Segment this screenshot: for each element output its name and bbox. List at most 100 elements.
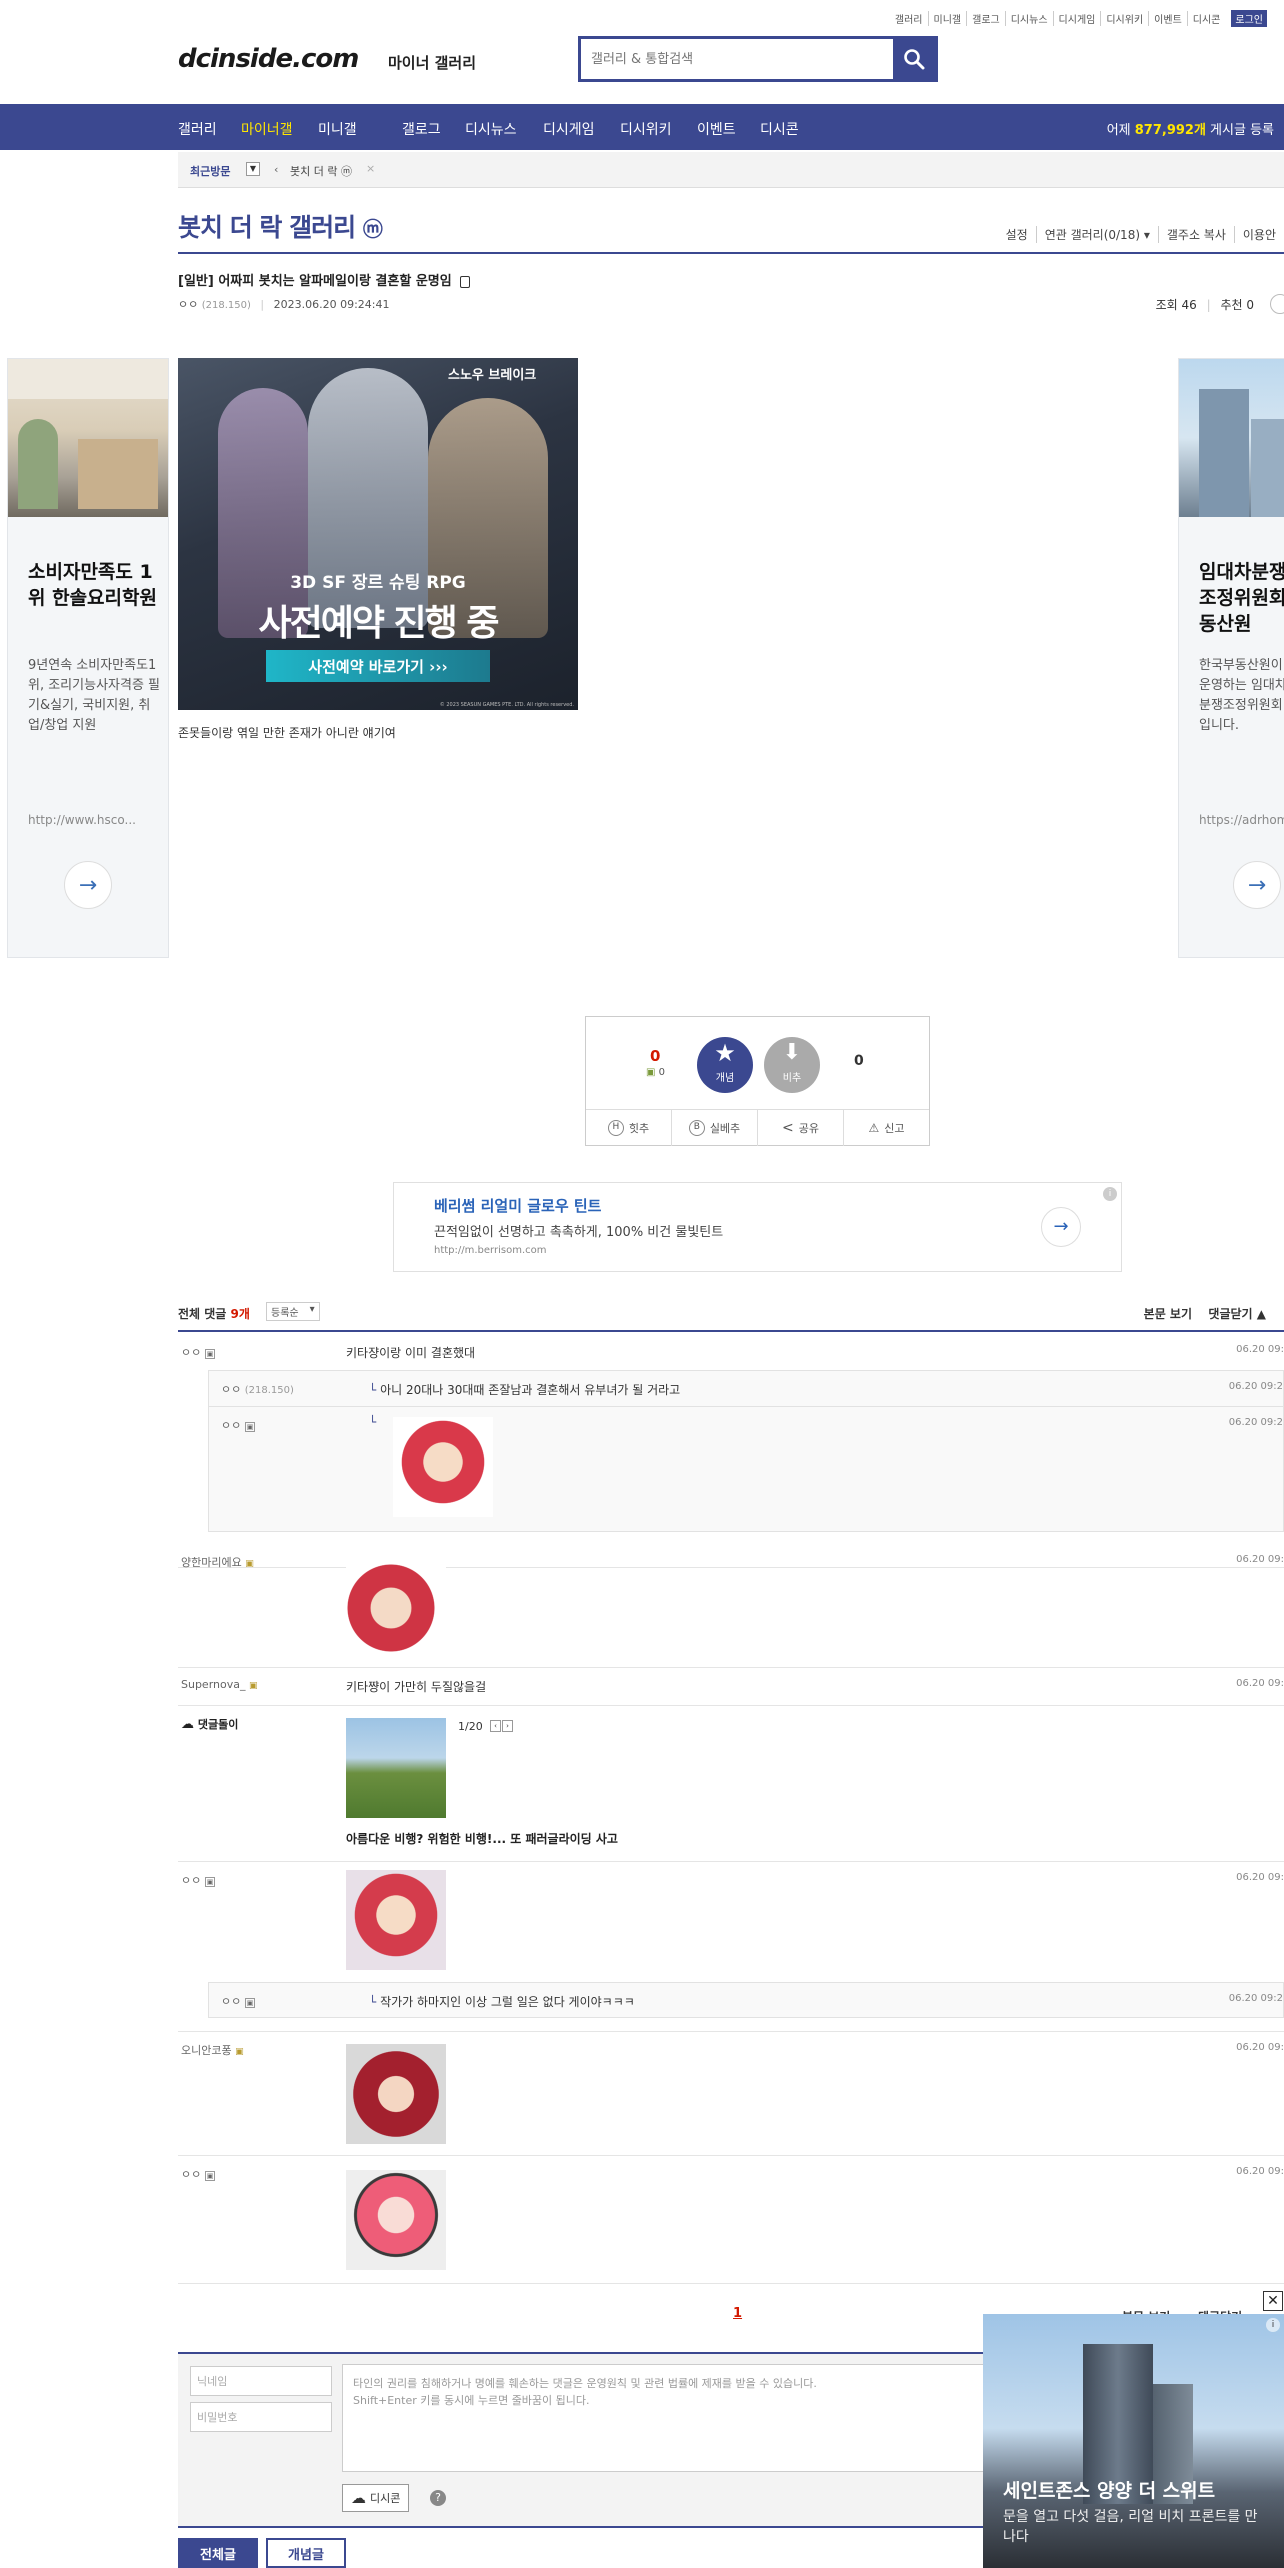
search-input[interactable] (581, 39, 893, 79)
game-ad-image[interactable]: 스노우 브레이크 3D SF 장르 슈팅 RPG 사전예약 진행 중 사전예약 … (178, 358, 578, 710)
upvote-button[interactable]: ★ 개념 (697, 1037, 753, 1093)
reply-list: ㅇㅇ (218.150) └ 아니 20대나 30대때 존잘남과 결혼해서 유부… (208, 1370, 1284, 1532)
nav-gallog[interactable]: 갤로그 (402, 119, 441, 139)
comment-item: 오니안코퐁 ▣ 06.20 09: (178, 2032, 1284, 2156)
best-posts-button[interactable]: 개념글 (266, 2538, 346, 2568)
member-icon: ▣ (235, 2047, 244, 2057)
text-banner-ad[interactable]: 베리썸 리얼미 글로우 틴트 끈적임없이 선명하고 촉촉하게, 100% 비건 … (393, 1182, 1122, 1272)
comment-item: ㅇㅇ ▣ 키타쟝이랑 이미 결혼했대 06.20 09: ㅇㅇ (218.150… (178, 1334, 1284, 1568)
comment-date: 06.20 09: (1236, 1872, 1284, 1883)
post-author[interactable]: ㅇㅇ (178, 298, 198, 311)
pagination-current[interactable]: 1 (733, 2306, 742, 2321)
util-link-game[interactable]: 디시게임 (1052, 11, 1101, 26)
post-count-stat: 어제 877,992개 게시글 등록 (1106, 123, 1274, 138)
search-button[interactable] (893, 39, 935, 79)
recent-dropdown-icon[interactable]: ▼ (246, 162, 260, 176)
popup-desc: 문을 열고 다섯 걸음, 리얼 비치 프론트를 만나다 (1003, 2509, 1258, 2545)
news-thumbnail[interactable] (346, 1718, 446, 1818)
comment-author[interactable]: ㅇㅇ ▣ (181, 1344, 216, 1360)
password-input[interactable]: 비밀번호 (190, 2402, 332, 2432)
nav-dcnews[interactable]: 디시뉴스 (465, 119, 517, 139)
comment-author[interactable]: Supernova_ ▣ (181, 1678, 258, 1691)
banner-desc: 끈적임없이 선명하고 촉촉하게, 100% 비건 물빛틴트 (434, 1225, 724, 1240)
downvote-button[interactable]: ⬇ 비추 (764, 1037, 820, 1093)
nav-gallery[interactable]: 갤러리 (178, 119, 217, 139)
hit-recommend-button[interactable]: H 힛추 (586, 1110, 672, 1146)
comment-header: 전체 댓글 9개 등록순 ▾ 본문 보기 댓글닫기 ▲ (178, 1300, 1284, 1332)
gallery-title[interactable]: 봇치 더 락 갤러리 ⓜ (178, 208, 383, 244)
share-button[interactable]: < 공유 (758, 1110, 844, 1146)
best-icon: B (688, 1120, 705, 1136)
logo-subtitle[interactable]: 마이너 갤러리 (388, 52, 476, 73)
info-icon[interactable]: i (1266, 2318, 1280, 2332)
star-icon: ★ (714, 1039, 736, 1067)
dccon-button[interactable]: ☁ 디시콘 (342, 2484, 410, 2512)
nav-mini-gallery[interactable]: 미니갤 (318, 119, 357, 139)
login-button[interactable]: 로그인 (1231, 10, 1267, 27)
prev-icon[interactable]: ‹ (490, 1720, 501, 1732)
close-icon[interactable]: ✕ (1263, 2291, 1283, 2311)
usage-link[interactable]: 이용안 (1233, 226, 1284, 243)
chevron-down-icon: ▾ (309, 1304, 315, 1315)
banner-title: 베리썸 리얼미 글로우 틴트 (434, 1197, 602, 1215)
site-logo[interactable]: dcinside.com (178, 44, 359, 74)
view-body-button[interactable]: 본문 보기 (1144, 1305, 1192, 1322)
util-link-dccon[interactable]: 디시콘 (1186, 11, 1226, 26)
right-ad-title: 임대차분쟁조정위원회 동산원 (1199, 561, 1284, 635)
news-caption[interactable]: 아름다운 비행? 위험한 비행!... 또 패러글라이딩 사고 (346, 1830, 618, 1847)
comment-author[interactable]: 오니안코퐁 ▣ (181, 2042, 244, 2058)
reply-date: 06.20 09:2 (1228, 1417, 1283, 1428)
popup-ad[interactable]: i 세인트존스 양양 더 스위트 문을 열고 다섯 걸음, 리얼 비치 프론트를… (983, 2314, 1284, 2568)
sort-select[interactable]: 등록순 ▾ (266, 1302, 320, 1321)
arrow-right-icon[interactable]: → (1041, 1207, 1081, 1247)
util-link-minigall[interactable]: 미니갤 (927, 11, 967, 26)
best-recommend-button[interactable]: B 실베추 (672, 1110, 758, 1146)
reply-author[interactable]: ㅇㅇ (218.150) (221, 1381, 294, 1397)
reply-item: ㅇㅇ ▣ └ 작가가 하마지인 이상 그럴 일은 없다 게이야ㅋㅋㅋ 06.20… (208, 1982, 1284, 2018)
member-icon: ▣ (249, 1681, 258, 1691)
recent-close-icon[interactable]: × (366, 162, 375, 175)
reply-author[interactable]: ㅇㅇ ▣ (221, 1417, 256, 1433)
dccon-image (346, 2170, 446, 2270)
next-icon[interactable]: › (502, 1720, 513, 1732)
nav-minor-gallery[interactable]: 마이너갤 (241, 119, 293, 139)
nav-dcwiki[interactable]: 디시위키 (620, 119, 672, 139)
nickname-input[interactable]: 닉네임 (190, 2366, 332, 2396)
report-button[interactable]: ⚠ 신고 (844, 1110, 929, 1146)
reply-text: └ 아니 20대나 30대때 존잘남과 결혼해서 유부녀가 될 거라고 (369, 1383, 681, 1397)
util-link-gallog[interactable]: 갤로그 (966, 11, 1005, 26)
comment-author[interactable]: 양한마리에요 ▣ (181, 1554, 254, 1570)
info-icon[interactable]: i (1103, 1187, 1117, 1201)
help-icon[interactable]: ? (430, 2490, 446, 2506)
recent-item[interactable]: 봇치 더 락 ⓜ (290, 163, 352, 179)
right-side-ad[interactable]: 임대차분쟁조정위원회 동산원 한국부동산원이 운영하는 임대차분쟁조정위원회입니… (1178, 358, 1284, 958)
preregister-button[interactable]: 사전예약 바로가기 ››› (266, 650, 490, 682)
mobile-icon (460, 275, 471, 288)
nav-dccon[interactable]: 디시콘 (760, 119, 799, 139)
util-link-event[interactable]: 이벤트 (1148, 11, 1187, 26)
share-icon: < (782, 1120, 794, 1136)
close-comments-button[interactable]: 댓글닫기 ▲ (1208, 1305, 1266, 1322)
post-title: [일반] 어짜피 봇치는 알파메일이랑 결혼할 운명임 (178, 270, 471, 289)
settings-link[interactable]: 설정 (998, 226, 1036, 243)
dccon-image (393, 1417, 493, 1517)
util-link-wiki[interactable]: 디시위키 (1100, 11, 1148, 26)
arrow-right-icon[interactable]: → (1233, 861, 1281, 909)
comment-author[interactable]: ㅇㅇ ▣ (181, 2166, 216, 2182)
comment-item: ㅇㅇ ▣ 06.20 09: (178, 2156, 1284, 2284)
util-link-news[interactable]: 디시뉴스 (1004, 11, 1053, 26)
chevron-left-icon[interactable]: ‹ (274, 163, 278, 176)
arrow-down-icon: ⬇ (782, 1040, 802, 1065)
left-side-ad[interactable]: 소비자만족도 1위 한솔요리학원 9년연속 소비자만족도1위, 조리기능사자격증… (7, 358, 169, 958)
more-options-icon[interactable] (1270, 294, 1284, 314)
reply-author[interactable]: ㅇㅇ ▣ (221, 1993, 256, 2009)
util-link-gallery[interactable]: 갤러리 (890, 11, 928, 26)
related-gallery-dropdown[interactable]: 연관 갤러리(0/18) ▾ (1035, 226, 1158, 243)
comment-author[interactable]: ㅇㅇ ▣ (181, 1872, 216, 1888)
nav-dcgame[interactable]: 디시게임 (543, 119, 595, 139)
upvote-count: 0 (650, 1047, 661, 1065)
all-posts-button[interactable]: 전체글 (178, 2538, 258, 2568)
arrow-right-icon[interactable]: → (64, 861, 112, 909)
copy-address-link[interactable]: 갤주소 복사 (1157, 226, 1234, 243)
nav-event[interactable]: 이벤트 (697, 119, 736, 139)
